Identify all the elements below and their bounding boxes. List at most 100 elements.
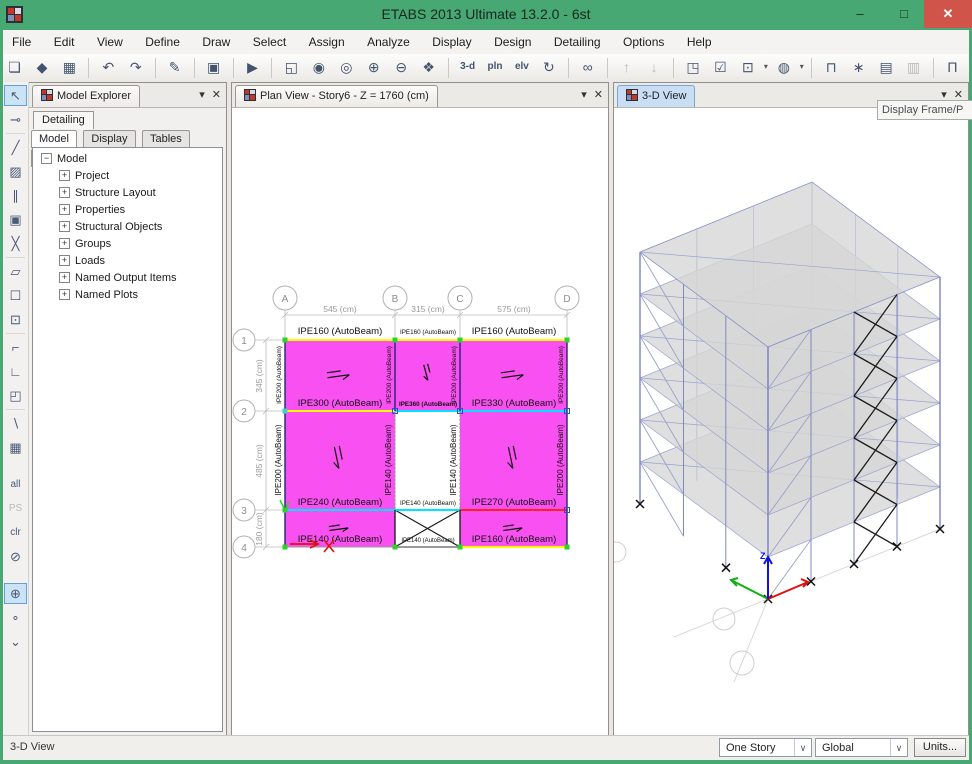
draw-window-icon[interactable]: ◰ [5, 385, 26, 406]
perspective-glasses-icon[interactable]: ∞ [577, 56, 598, 78]
draw-poly-area-icon[interactable]: ▱ [5, 261, 26, 282]
wall-section-icon[interactable]: ▥ [903, 56, 924, 78]
tab-display[interactable]: Display [83, 130, 135, 148]
display-options-icon[interactable]: ☑ [710, 56, 731, 78]
expand-icon[interactable]: + [59, 204, 70, 215]
chevron-down-icon[interactable]: ▾ [764, 54, 768, 80]
chevron-down-icon[interactable]: ∨ [794, 739, 811, 756]
menu-select[interactable]: Select [244, 30, 295, 54]
deselect-icon[interactable]: ⊘ [5, 546, 26, 567]
run-analysis-icon[interactable]: ▶ [242, 56, 263, 78]
tab-tables[interactable]: Tables [142, 130, 190, 148]
draw-rect-area-icon[interactable]: ☐ [5, 285, 26, 306]
tree-item-properties[interactable]: +Properties [33, 202, 222, 219]
assign-joint-icon[interactable]: ∗ [848, 56, 869, 78]
expand-icon[interactable]: + [59, 272, 70, 283]
quick-draw-beam-icon[interactable]: ∥ [5, 185, 26, 206]
draw-pen-icon[interactable]: ✎ [164, 56, 185, 78]
draw-wall-stack-icon[interactable]: ∟ [5, 361, 26, 382]
collapse-icon[interactable]: − [41, 153, 52, 164]
clear-selection-button[interactable]: clr [5, 522, 26, 543]
quick-draw-line-icon[interactable]: ▨ [5, 161, 26, 182]
menu-view[interactable]: View [88, 30, 132, 54]
previous-zoom-icon[interactable]: ◎ [336, 56, 357, 78]
shrink-objects-icon[interactable]: ◳ [683, 56, 704, 78]
open-file-icon[interactable]: ◆ [31, 56, 52, 78]
shaded-display-icon[interactable]: ◍ [773, 56, 794, 78]
deck-section-icon[interactable]: ▤ [876, 56, 897, 78]
minimize-button[interactable]: – [840, 0, 880, 28]
plan-view-tab[interactable]: Plan View - Story6 - Z = 1760 (cm) [235, 85, 438, 107]
tree-item-structural-objects[interactable]: +Structural Objects [33, 219, 222, 236]
expand-icon[interactable]: + [59, 289, 70, 300]
click-draw-area-icon[interactable]: ⊡ [5, 309, 26, 330]
tab-detailing[interactable]: Detailing [33, 111, 94, 129]
undo-icon[interactable]: ↶ [98, 56, 119, 78]
menu-draw[interactable]: Draw [193, 30, 239, 54]
new-model-icon[interactable]: ❏ [4, 56, 25, 78]
menu-options[interactable]: Options [614, 30, 673, 54]
expand-icon[interactable]: + [59, 221, 70, 232]
story-range-selector[interactable]: One Story∨ [719, 738, 812, 757]
plan-canvas[interactable]: A B C D 1 2 3 4 545 (cm) 315 (cm) 575 (c… [232, 107, 608, 735]
object-view-options-icon[interactable]: ⊡ [737, 56, 758, 78]
snap-to-ends-icon[interactable]: ∘ [5, 607, 26, 628]
zoom-out-icon[interactable]: ⊖ [391, 56, 412, 78]
menu-design[interactable]: Design [485, 30, 540, 54]
draw-line-icon[interactable]: ╱ [5, 137, 26, 158]
chevron-down-icon[interactable]: ▾ [199, 89, 205, 101]
tree-item-named-output-items[interactable]: +Named Output Items [33, 270, 222, 287]
draw-portal-frame-icon[interactable]: ⊓ [821, 56, 842, 78]
snap-to-midpoints-icon[interactable]: ⌄ [5, 631, 26, 652]
tree-item-project[interactable]: +Project [33, 168, 222, 185]
lock-model-icon[interactable]: ▣ [203, 56, 224, 78]
expand-icon[interactable]: + [59, 255, 70, 266]
view-3d-button[interactable]: 3-d [457, 56, 478, 78]
frame-dimension-icon[interactable]: Π [942, 56, 963, 78]
draw-link-icon[interactable]: ∖ [5, 413, 26, 434]
close-button[interactable]: ✕ [924, 0, 972, 28]
coordinate-system-selector[interactable]: Global∨ [815, 738, 908, 757]
edit-grid-icon[interactable]: ▦ [5, 437, 26, 458]
tree-item-structure-layout[interactable]: +Structure Layout [33, 185, 222, 202]
move-down-icon[interactable]: ↓ [644, 56, 665, 78]
view-3d-canvas[interactable]: Z [614, 107, 968, 735]
view-elevation-button[interactable]: elv [512, 56, 532, 78]
menu-detailing[interactable]: Detailing [545, 30, 610, 54]
chevron-down-icon[interactable]: ▾ [581, 89, 587, 101]
save-icon[interactable]: ▦ [59, 56, 80, 78]
snap-to-points-icon[interactable]: ⊕ [4, 583, 27, 604]
close-icon[interactable]: ✕ [212, 89, 221, 101]
tree-item-loads[interactable]: +Loads [33, 253, 222, 270]
expand-icon[interactable]: + [59, 170, 70, 181]
restore-full-view-icon[interactable]: ◉ [308, 56, 329, 78]
menu-analyze[interactable]: Analyze [358, 30, 419, 54]
move-up-icon[interactable]: ↑ [616, 56, 637, 78]
menu-define[interactable]: Define [136, 30, 189, 54]
units-button[interactable]: Units... [914, 738, 966, 757]
maximize-button[interactable]: □ [884, 0, 924, 28]
view-3d-tab[interactable]: 3-D View [617, 85, 695, 107]
view-plan-button[interactable]: pln [485, 56, 506, 78]
quick-draw-area-icon[interactable]: ▣ [5, 209, 26, 230]
zoom-in-icon[interactable]: ⊕ [363, 56, 384, 78]
redo-icon[interactable]: ↷ [125, 56, 146, 78]
close-icon[interactable]: ✕ [594, 89, 603, 101]
previous-selection-button[interactable]: PS [5, 498, 26, 519]
tree-item-named-plots[interactable]: +Named Plots [33, 287, 222, 304]
expand-icon[interactable]: + [59, 187, 70, 198]
menu-display[interactable]: Display [423, 30, 480, 54]
select-pointer-icon[interactable]: ↖ [4, 85, 27, 106]
chevron-down-icon[interactable]: ∨ [890, 739, 907, 756]
menu-edit[interactable]: Edit [45, 30, 84, 54]
quick-draw-brace-icon[interactable]: ╳ [5, 233, 26, 254]
menu-assign[interactable]: Assign [300, 30, 354, 54]
pan-icon[interactable]: ❖ [418, 56, 439, 78]
tree-item-model[interactable]: −Model [33, 151, 222, 168]
draw-wall-icon[interactable]: ⌐ [5, 337, 26, 358]
expand-icon[interactable]: + [59, 238, 70, 249]
tree-item-groups[interactable]: +Groups [33, 236, 222, 253]
reshape-tool-icon[interactable]: ⊸ [5, 109, 26, 130]
tab-model[interactable]: Model [31, 130, 77, 148]
model-explorer-tab[interactable]: Model Explorer [32, 85, 140, 107]
